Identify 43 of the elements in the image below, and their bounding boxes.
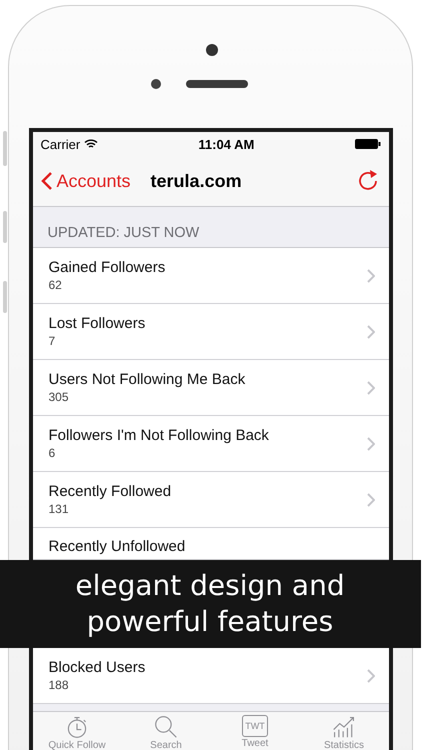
status-time: 11:04 AM [198,136,254,152]
row-count: 305 [48,390,70,404]
row-count: 188 [48,678,70,692]
caption-line: elegant design and [75,568,345,604]
list-row[interactable]: Gained Followers 62 [32,248,388,304]
speech-bubble-icon: TWT [242,715,268,737]
stopwatch-icon [65,715,89,739]
list-row[interactable]: Lost Followers 7 [32,304,388,360]
bar-chart-icon [331,715,357,739]
row-title: Users Not Following Me Back [48,371,246,388]
carrier-label: Carrier [40,136,80,152]
chevron-right-icon [366,492,374,506]
section-header: UPDATED: JUST NOW [48,225,200,241]
row-title: Gained Followers [48,259,166,276]
chevron-right-icon [366,436,374,450]
row-title: Followers I'm Not Following Back [48,427,270,444]
row-title: Lost Followers [48,315,146,332]
row-title: Recently Unfollowed [48,538,186,555]
chevron-right-icon [366,324,374,338]
list-row[interactable]: Followers I'm Not Following Back 6 [32,416,388,472]
wifi-icon [84,139,98,149]
list-row[interactable]: Recently Followed 131 [32,472,388,528]
chevron-right-icon [366,380,374,394]
chevron-right-icon [366,668,374,682]
back-button[interactable]: Accounts [40,170,131,192]
camera-icon [206,44,218,56]
search-icon [154,715,178,739]
row-count: 131 [48,502,70,516]
row-title: Recently Followed [48,483,172,500]
speaker-grille [186,80,248,88]
list-row[interactable]: Users Not Following Me Back 305 [32,360,388,416]
caption-line: powerful features [86,604,334,640]
nav-title: terula.com [150,170,243,192]
chevron-left-icon [40,171,52,191]
battery-icon [354,139,380,149]
row-count: 7 [48,334,56,348]
list-row[interactable]: Recently Unfollowed [32,528,388,560]
row-title: Blocked Users [48,659,146,676]
row-count: 62 [48,278,63,292]
row-count: 6 [48,446,56,460]
chevron-right-icon [366,268,374,282]
list-row[interactable]: Blocked Users 188 [32,648,388,704]
sensor-icon [151,79,161,89]
